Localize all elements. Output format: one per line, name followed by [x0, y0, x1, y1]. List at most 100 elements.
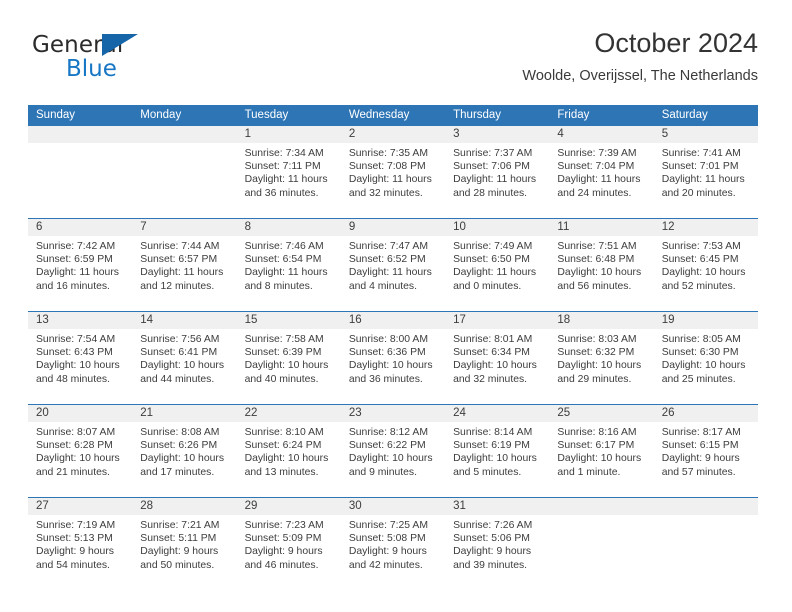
sunset-text: Sunset: 6:17 PM — [557, 440, 635, 452]
day-cell[interactable]: 22 Sunrise: 8:10 AM Sunset: 6:24 PM Dayl… — [236, 405, 341, 497]
day-cell[interactable]: 6 Sunrise: 7:42 AM Sunset: 6:59 PM Dayli… — [28, 219, 133, 311]
day-details: Sunrise: 7:47 AM Sunset: 6:52 PM Dayligh… — [341, 236, 445, 293]
sunset-text: Sunset: 6:24 PM — [244, 440, 322, 452]
daylight-text: Daylight: 11 hours and 36 minutes. — [244, 174, 328, 199]
day-details: Sunrise: 8:07 AM Sunset: 6:28 PM Dayligh… — [28, 422, 132, 479]
sunrise-text: Sunrise: 7:46 AM — [244, 241, 324, 252]
day-cell[interactable]: 10 Sunrise: 7:49 AM Sunset: 6:50 PM Dayl… — [445, 219, 550, 311]
day-cell[interactable]: 25 Sunrise: 8:16 AM Sunset: 6:17 PM Dayl… — [549, 405, 654, 497]
day-number: 28 — [132, 498, 237, 515]
sunset-text: Sunset: 5:06 PM — [453, 533, 530, 545]
daylight-text: Daylight: 10 hours and 21 minutes. — [36, 453, 120, 478]
day-number: 14 — [132, 312, 237, 329]
day-cell[interactable]: 21 Sunrise: 8:08 AM Sunset: 6:26 PM Dayl… — [132, 405, 237, 497]
day-cell[interactable]: 14 Sunrise: 7:56 AM Sunset: 6:41 PM Dayl… — [132, 312, 237, 404]
day-cell[interactable]: 31 Sunrise: 7:26 AM Sunset: 5:06 PM Dayl… — [445, 498, 550, 590]
weekday-tuesday: Tuesday — [244, 109, 289, 121]
day-cell[interactable]: 11 Sunrise: 7:51 AM Sunset: 6:48 PM Dayl… — [549, 219, 654, 311]
sunset-text: Sunset: 6:48 PM — [557, 254, 635, 266]
day-number: 21 — [132, 405, 237, 422]
sunrise-text: Sunrise: 8:16 AM — [557, 427, 637, 438]
day-cell[interactable]: 19 Sunrise: 8:05 AM Sunset: 6:30 PM Dayl… — [653, 312, 758, 404]
sunrise-text: Sunrise: 7:35 AM — [348, 148, 428, 159]
day-details: Sunrise: 7:26 AM Sunset: 5:06 PM Dayligh… — [445, 515, 549, 572]
day-cell[interactable]: 27 Sunrise: 7:19 AM Sunset: 5:13 PM Dayl… — [28, 498, 133, 590]
day-details: Sunrise: 7:39 AM Sunset: 7:04 PM Dayligh… — [549, 143, 653, 200]
day-cell[interactable]: 2 Sunrise: 7:35 AM Sunset: 7:08 PM Dayli… — [340, 126, 446, 218]
day-cell[interactable]: 9 Sunrise: 7:47 AM Sunset: 6:52 PM Dayli… — [340, 219, 446, 311]
day-cell[interactable]: 3 Sunrise: 7:37 AM Sunset: 7:06 PM Dayli… — [445, 126, 550, 218]
daylight-text: Daylight: 11 hours and 28 minutes. — [453, 174, 537, 199]
title-block: October 2024 Woolde, Overijssel, The Net… — [522, 26, 758, 85]
calendar-week-row: 1 Sunrise: 7:34 AM Sunset: 7:11 PM Dayli… — [28, 125, 758, 218]
day-number: 30 — [340, 498, 446, 515]
day-cell — [653, 498, 758, 590]
sunrise-text: Sunrise: 7:44 AM — [140, 241, 220, 252]
sunset-text: Sunset: 6:36 PM — [348, 347, 426, 359]
day-cell[interactable]: 30 Sunrise: 7:25 AM Sunset: 5:08 PM Dayl… — [340, 498, 446, 590]
calendar-page: General Blue October 2024 Woolde, Overij… — [0, 0, 792, 612]
sunset-text: Sunset: 6:26 PM — [140, 440, 218, 452]
day-details: Sunrise: 8:10 AM Sunset: 6:24 PM Dayligh… — [237, 422, 341, 479]
sunset-text: Sunset: 7:11 PM — [244, 161, 321, 173]
day-cell[interactable]: 15 Sunrise: 7:58 AM Sunset: 6:39 PM Dayl… — [236, 312, 341, 404]
sunrise-text: Sunrise: 8:00 AM — [348, 334, 428, 345]
sunrise-text: Sunrise: 7:19 AM — [36, 520, 116, 531]
day-cell[interactable]: 17 Sunrise: 8:01 AM Sunset: 6:34 PM Dayl… — [445, 312, 550, 404]
sunrise-text: Sunrise: 7:54 AM — [36, 334, 116, 345]
sunrise-text: Sunrise: 7:26 AM — [453, 520, 533, 531]
sunrise-text: Sunrise: 7:53 AM — [661, 241, 741, 252]
day-details: Sunrise: 7:35 AM Sunset: 7:08 PM Dayligh… — [341, 143, 445, 200]
day-cell[interactable]: 23 Sunrise: 8:12 AM Sunset: 6:22 PM Dayl… — [340, 405, 446, 497]
day-details: Sunrise: 7:37 AM Sunset: 7:06 PM Dayligh… — [445, 143, 549, 200]
day-details: Sunrise: 8:17 AM Sunset: 6:15 PM Dayligh… — [654, 422, 758, 479]
day-cell[interactable]: 24 Sunrise: 8:14 AM Sunset: 6:19 PM Dayl… — [445, 405, 550, 497]
day-cell[interactable]: 7 Sunrise: 7:44 AM Sunset: 6:57 PM Dayli… — [132, 219, 237, 311]
day-cell[interactable]: 16 Sunrise: 8:00 AM Sunset: 6:36 PM Dayl… — [340, 312, 446, 404]
day-cell[interactable]: 28 Sunrise: 7:21 AM Sunset: 5:11 PM Dayl… — [132, 498, 237, 590]
day-cell[interactable]: 29 Sunrise: 7:23 AM Sunset: 5:09 PM Dayl… — [236, 498, 341, 590]
day-details: Sunrise: 8:12 AM Sunset: 6:22 PM Dayligh… — [341, 422, 445, 479]
sunrise-text: Sunrise: 8:17 AM — [661, 427, 741, 438]
day-cell[interactable]: 8 Sunrise: 7:46 AM Sunset: 6:54 PM Dayli… — [236, 219, 341, 311]
sunrise-text: Sunrise: 7:47 AM — [348, 241, 428, 252]
day-number: 6 — [28, 219, 133, 236]
brand-logo[interactable]: General Blue — [32, 32, 232, 90]
day-number: 25 — [549, 405, 654, 422]
calendar-week-row: 6 Sunrise: 7:42 AM Sunset: 6:59 PM Dayli… — [28, 218, 758, 311]
day-cell[interactable]: 12 Sunrise: 7:53 AM Sunset: 6:45 PM Dayl… — [653, 219, 758, 311]
sunset-text: Sunset: 6:19 PM — [453, 440, 530, 452]
day-number — [653, 498, 758, 515]
daylight-text: Daylight: 10 hours and 56 minutes. — [557, 267, 642, 292]
calendar-week-row: 27 Sunrise: 7:19 AM Sunset: 5:13 PM Dayl… — [28, 497, 758, 590]
sunrise-text: Sunrise: 8:03 AM — [557, 334, 637, 345]
day-cell[interactable]: 5 Sunrise: 7:41 AM Sunset: 7:01 PM Dayli… — [653, 126, 758, 218]
sunset-text: Sunset: 7:04 PM — [557, 161, 635, 173]
day-number: 1 — [236, 126, 341, 143]
sunrise-text: Sunrise: 7:34 AM — [244, 148, 324, 159]
sunrise-text: Sunrise: 7:21 AM — [140, 520, 220, 531]
day-cell[interactable]: 1 Sunrise: 7:34 AM Sunset: 7:11 PM Dayli… — [236, 126, 341, 218]
sunrise-text: Sunrise: 7:42 AM — [36, 241, 116, 252]
sunrise-text: Sunrise: 7:25 AM — [348, 520, 428, 531]
sunrise-text: Sunrise: 7:39 AM — [557, 148, 637, 159]
day-details: Sunrise: 8:05 AM Sunset: 6:30 PM Dayligh… — [654, 329, 758, 386]
sunrise-text: Sunrise: 7:37 AM — [453, 148, 533, 159]
sunset-text: Sunset: 6:39 PM — [244, 347, 322, 359]
day-cell[interactable]: 13 Sunrise: 7:54 AM Sunset: 6:43 PM Dayl… — [28, 312, 133, 404]
daylight-text: Daylight: 9 hours and 42 minutes. — [348, 546, 427, 571]
day-number: 11 — [549, 219, 654, 236]
day-details: Sunrise: 7:34 AM Sunset: 7:11 PM Dayligh… — [237, 143, 341, 200]
daylight-text: Daylight: 10 hours and 17 minutes. — [140, 453, 225, 478]
day-details: Sunrise: 7:58 AM Sunset: 6:39 PM Dayligh… — [237, 329, 341, 386]
day-details: Sunrise: 7:25 AM Sunset: 5:08 PM Dayligh… — [341, 515, 445, 572]
day-cell[interactable]: 20 Sunrise: 8:07 AM Sunset: 6:28 PM Dayl… — [28, 405, 133, 497]
daylight-text: Daylight: 9 hours and 57 minutes. — [661, 453, 740, 478]
triangle-icon — [102, 34, 138, 56]
day-cell[interactable]: 26 Sunrise: 8:17 AM Sunset: 6:15 PM Dayl… — [653, 405, 758, 497]
day-cell[interactable]: 18 Sunrise: 8:03 AM Sunset: 6:32 PM Dayl… — [549, 312, 654, 404]
daylight-text: Daylight: 10 hours and 25 minutes. — [661, 360, 746, 385]
calendar-week-row: 20 Sunrise: 8:07 AM Sunset: 6:28 PM Dayl… — [28, 404, 758, 497]
sunset-text: Sunset: 6:22 PM — [348, 440, 426, 452]
day-cell[interactable]: 4 Sunrise: 7:39 AM Sunset: 7:04 PM Dayli… — [549, 126, 654, 218]
